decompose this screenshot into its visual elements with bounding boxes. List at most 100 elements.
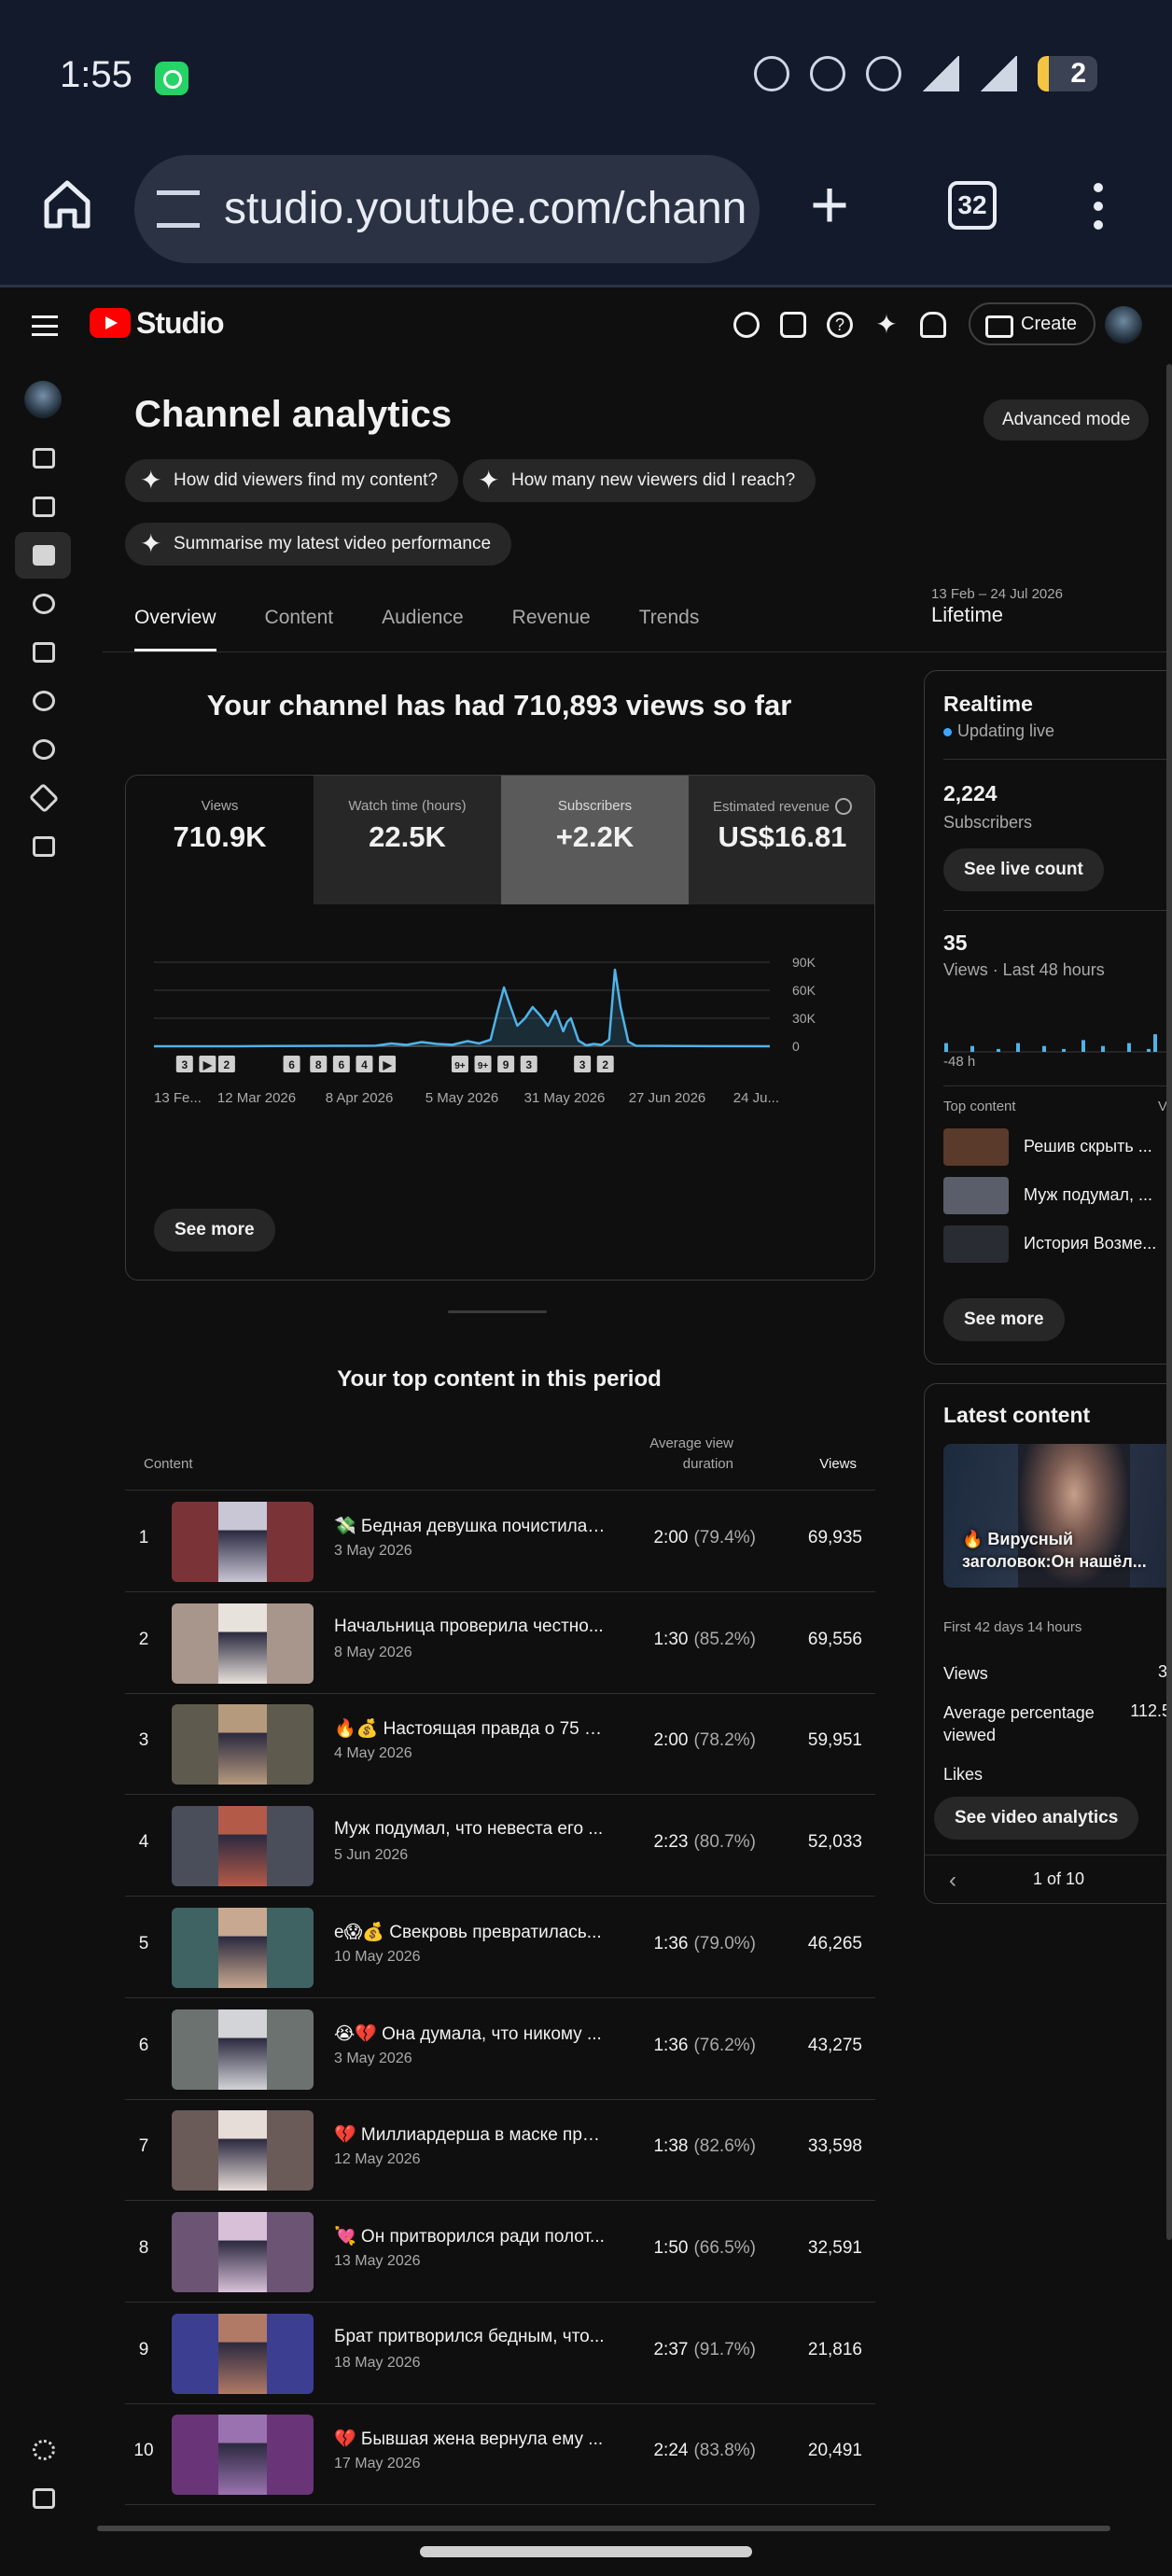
video-title[interactable]: Муж подумал, что невеста его ...: [334, 1819, 607, 1840]
gesture-nav-bar[interactable]: [420, 2546, 752, 2557]
tab-audience[interactable]: Audience: [382, 607, 464, 651]
nav-earn-icon[interactable]: [15, 726, 71, 773]
tab-switcher-button[interactable]: 32: [948, 181, 997, 230]
video-avd: 1:36 (76.2%): [653, 2035, 756, 2055]
account-avatar[interactable]: [1105, 306, 1142, 343]
chip-find-content[interactable]: How did viewers find my content?: [125, 459, 459, 502]
views-chart[interactable]: 90K 60K 30K 0 3 ▶ 2 6 8 6 4 ▶ 9+ 9+ 9 3 3 2 13 Fe... 12 Mar…: [126, 934, 875, 1158]
chip-latest-performance[interactable]: Summarise my latest video performance: [125, 523, 512, 566]
advanced-mode-button[interactable]: Advanced mode: [984, 399, 1150, 441]
browser-menu-icon[interactable]: [1094, 183, 1105, 231]
table-row[interactable]: 9 Брат притворился бедным, что... 18 May 2…: [125, 2303, 875, 2403]
list-item[interactable]: Решив скрыть ...: [943, 1128, 1172, 1166]
table-row[interactable]: 3 🔥💰 Настоящая правда о 75 0... 4 May 2026…: [125, 1693, 875, 1794]
nav-copyright-icon[interactable]: [15, 678, 71, 724]
video-title[interactable]: 💔 Миллиардерша в маске при...: [334, 2123, 607, 2146]
latest-period: First 42 days 14 hours: [943, 1619, 1082, 1635]
sparkle-icon[interactable]: ✦: [873, 312, 900, 338]
nav-content-icon[interactable]: [15, 483, 71, 530]
video-title[interactable]: 💸 Бедная девушка почистила ...: [334, 1515, 607, 1537]
horizontal-scrollbar[interactable]: [97, 2526, 1110, 2531]
chip-new-viewers[interactable]: How many new viewers did I reach?: [463, 459, 816, 502]
table-row[interactable]: 10 💔 Бывшая жена вернула ему ... 17 May 20…: [125, 2403, 875, 2504]
nav-audio-library-icon[interactable]: [15, 823, 71, 870]
vertical-scrollbar[interactable]: [1166, 364, 1172, 2240]
table-row[interactable]: 1 💸 Бедная девушка почистила ... 3 May 202…: [125, 1491, 875, 1591]
video-thumbnail[interactable]: [172, 2415, 314, 2496]
video-thumbnail[interactable]: [172, 1806, 314, 1887]
video-title[interactable]: 💔 Бывшая жена вернула ему ...: [334, 2428, 607, 2450]
youtube-logo-icon[interactable]: [90, 308, 131, 338]
nav-subtitles-icon[interactable]: [15, 629, 71, 676]
video-date: 4 May 2026: [334, 1745, 412, 1762]
table-row[interactable]: 4 Муж подумал, что невеста его ... 5 Jun 2…: [125, 1795, 875, 1896]
tab-overview[interactable]: Overview: [134, 607, 216, 651]
table-row[interactable]: 2 Начальница проверила честно... 8 May 202…: [125, 1592, 875, 1693]
channel-avatar[interactable]: [24, 381, 62, 418]
nav-analytics-icon[interactable]: [15, 532, 71, 579]
see-more-button[interactable]: See more: [154, 1209, 275, 1252]
pager-text: 1 of 10: [1033, 1869, 1085, 1888]
realtime-see-more-button[interactable]: See more: [943, 1298, 1065, 1341]
list-item[interactable]: Муж подумал, ...: [943, 1177, 1172, 1214]
nav-dashboard-icon[interactable]: [15, 435, 71, 482]
search-icon[interactable]: [733, 312, 760, 338]
tab-trends[interactable]: Trends: [639, 607, 700, 651]
video-thumbnail[interactable]: [172, 2009, 314, 2090]
video-thumbnail[interactable]: [172, 1907, 314, 1988]
video-title[interactable]: Начальница проверила честно...: [334, 1617, 607, 1637]
nav-customisation-icon[interactable]: [15, 775, 71, 821]
list-item[interactable]: История Возме...: [943, 1225, 1172, 1263]
notifications-icon[interactable]: [920, 312, 946, 338]
video-title[interactable]: 🔥💰 Настоящая правда о 75 0...: [334, 1717, 607, 1740]
video-thumbnail[interactable]: [172, 1704, 314, 1785]
menu-icon[interactable]: [32, 315, 58, 336]
chevron-left-icon[interactable]: ‹: [949, 1868, 956, 1894]
video-thumbnail[interactable]: [172, 1502, 314, 1582]
metric-subscribers[interactable]: Subscribers +2.2K: [501, 776, 689, 904]
video-date: 8 May 2026: [334, 1644, 412, 1660]
address-bar[interactable]: studio.youtube.com/chann: [134, 155, 760, 263]
stat-likes-key: Likes: [943, 1765, 984, 1784]
col-average-view-duration[interactable]: Average view duration: [625, 1434, 733, 1475]
x-tick-label: 5 May 2026: [426, 1090, 498, 1106]
metric-revenue[interactable]: Estimated revenue US$16.81: [689, 776, 874, 904]
video-thumbnail[interactable]: [172, 2211, 314, 2292]
video-views: 43,275: [807, 2035, 862, 2055]
video-thumbnail[interactable]: [172, 2313, 314, 2394]
metric-watch-time[interactable]: Watch time (hours) 22.5K: [314, 776, 501, 904]
metric-views[interactable]: Views 710.9K: [126, 776, 314, 904]
tab-content[interactable]: Content: [265, 607, 334, 651]
video-thumbnail[interactable]: [172, 2110, 314, 2191]
realtime-views-label: Views · Last 48 hours: [943, 960, 1105, 979]
table-row[interactable]: 5 е😱💰 Свекровь превратилась... 10 May 2026…: [125, 1897, 875, 1997]
tab-revenue[interactable]: Revenue: [512, 607, 591, 651]
feedback-icon[interactable]: [780, 312, 806, 338]
nav-settings-icon[interactable]: [15, 2427, 71, 2473]
help-icon[interactable]: ?: [827, 312, 853, 338]
realtime-bar-chart[interactable]: [943, 987, 1172, 1061]
table-row[interactable]: 8 💘 Он притворился ради полот... 13 May 20…: [125, 2201, 875, 2302]
table-row[interactable]: 6 😭💔 Она думала, что никому ... 3 May 2026…: [125, 1998, 875, 2099]
site-settings-icon[interactable]: [157, 190, 200, 228]
col-views[interactable]: Views: [774, 1456, 857, 1472]
latest-video-thumbnail[interactable]: 🔥 Вирусный заголовок:Он нашёл...: [943, 1444, 1172, 1588]
home-icon[interactable]: [41, 177, 93, 230]
new-tab-button[interactable]: +: [810, 172, 849, 239]
video-title[interactable]: 😭💔 Она думала, что никому ...: [334, 2023, 607, 2045]
see-live-count-button[interactable]: See live count: [943, 848, 1104, 891]
nav-feedback-icon[interactable]: [15, 2475, 71, 2522]
video-title[interactable]: Брат притворился бедным, что...: [334, 2327, 607, 2347]
top-item-title: Муж подумал, ...: [1024, 1185, 1152, 1204]
create-button[interactable]: Create: [969, 302, 1096, 345]
date-range[interactable]: 13 Feb – 24 Jul 2026: [931, 586, 1063, 602]
studio-logo-text[interactable]: Studio: [136, 306, 225, 341]
url-text[interactable]: studio.youtube.com/chann: [224, 183, 746, 234]
nav-community-icon[interactable]: [15, 581, 71, 627]
video-title[interactable]: е😱💰 Свекровь превратилась...: [334, 1921, 607, 1943]
see-video-analytics-button[interactable]: See video analytics: [934, 1797, 1139, 1840]
table-row[interactable]: 7 💔 Миллиардерша в маске при... 12 May 202…: [125, 2099, 875, 2200]
video-title[interactable]: 💘 Он притворился ради полот...: [334, 2225, 607, 2247]
period-selector[interactable]: Lifetime: [931, 603, 1003, 627]
video-thumbnail[interactable]: [172, 1603, 314, 1684]
